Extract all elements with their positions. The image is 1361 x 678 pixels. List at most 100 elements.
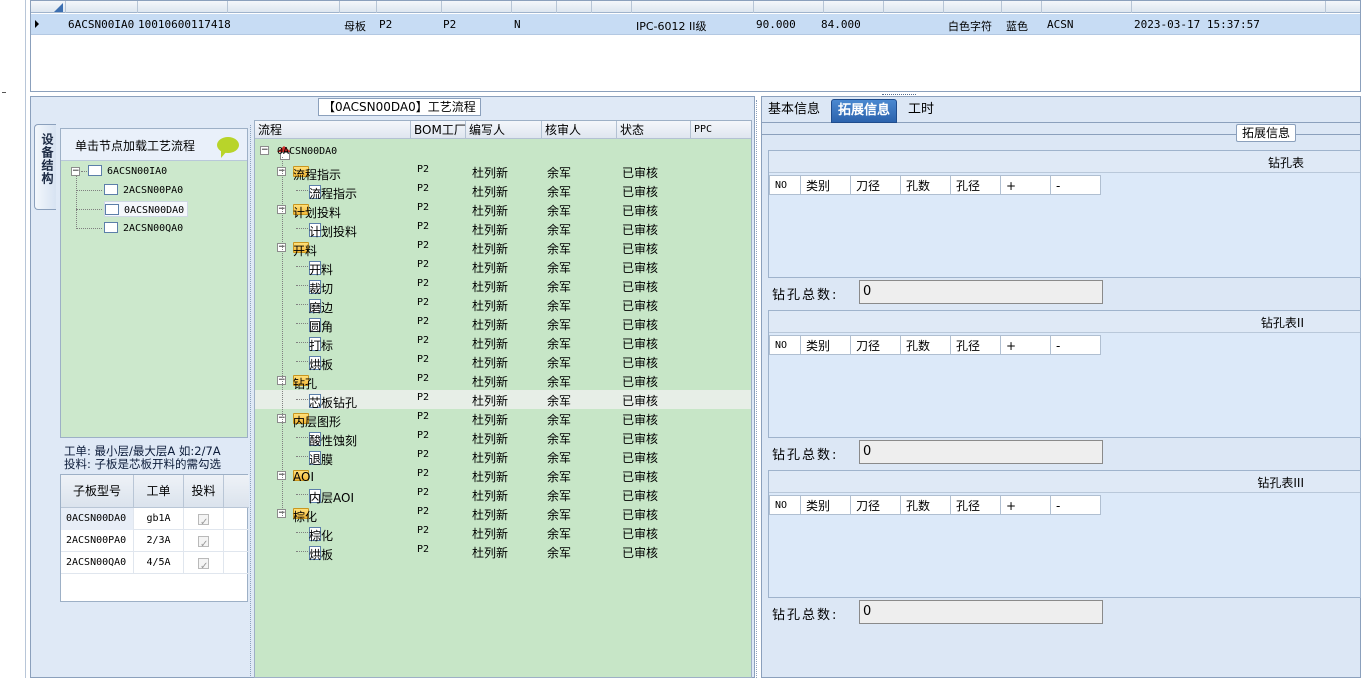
col-header-status[interactable]: 状态 — [617, 121, 691, 139]
col-category[interactable]: 类别 — [801, 495, 851, 515]
cell-order[interactable]: 2/3A — [134, 530, 184, 552]
cell-feed[interactable] — [184, 530, 224, 556]
total-input[interactable]: 0 — [859, 440, 1103, 464]
col-header-reviewer[interactable]: 核审人 — [542, 121, 617, 139]
col-hole-diameter[interactable]: 孔径 — [951, 175, 1001, 195]
process-step-row[interactable]: 计划投料 P2 杜列新 余军 已审核 — [255, 219, 751, 239]
tree-node-child[interactable]: 2ACSN00QA0 — [104, 220, 183, 234]
table-row[interactable]: 2ACSN00QA0 4/5A — [61, 552, 249, 578]
tab-work-hours[interactable]: 工时 — [902, 99, 940, 123]
col-header-ppc[interactable]: PPC — [691, 121, 751, 139]
tab-extended-info[interactable]: 拓展信息 — [831, 99, 898, 123]
col-header-model[interactable]: 子板型号 — [61, 475, 134, 508]
board-icon — [88, 165, 102, 176]
col-hole-count[interactable]: 孔数 — [901, 175, 951, 195]
process-tree-grid[interactable]: 流程 BOM工厂 编写人 核审人 状态 PPC −0ACSN00DA0− 流程指示… — [254, 120, 752, 678]
col-tool-diameter[interactable]: 刀径 — [851, 335, 901, 355]
tab-device-structure[interactable]: 设备结构 — [34, 124, 56, 210]
process-step-row[interactable]: 开料 P2 杜列新 余军 已审核 — [255, 257, 751, 277]
col-hole-diameter[interactable]: 孔径 — [951, 335, 1001, 355]
drill-table-3[interactable]: 钻孔表III NO 类别 刀径 孔数 孔径 + - — [768, 470, 1361, 598]
process-group-row[interactable]: − 计划投料 P2 杜列新 余军 已审核 — [255, 200, 751, 220]
process-step-row[interactable]: 内层AOI P2 杜列新 余军 已审核 — [255, 485, 751, 505]
process-group-row[interactable]: − 棕化 P2 杜列新 余军 已审核 — [255, 504, 751, 524]
col-tool-diameter[interactable]: 刀径 — [851, 495, 901, 515]
feed-checkbox[interactable] — [198, 556, 209, 578]
col-header-order[interactable]: 工单 — [134, 475, 184, 508]
table-row[interactable]: 0ACSN00DA0 gb1A — [61, 508, 249, 534]
col-header-feed[interactable]: 投料 — [184, 475, 224, 508]
remove-row-button[interactable]: - — [1051, 335, 1101, 355]
add-row-button[interactable]: + — [1001, 175, 1051, 195]
process-step-row[interactable]: 棕化 P2 杜列新 余军 已审核 — [255, 523, 751, 543]
col-tool-diameter[interactable]: 刀径 — [851, 175, 901, 195]
col-no[interactable]: NO — [769, 175, 801, 195]
process-step-row[interactable]: 流程指示 P2 杜列新 余军 已审核 — [255, 181, 751, 201]
cell-bom: P2 — [417, 297, 430, 308]
col-no[interactable]: NO — [769, 495, 801, 515]
board-info-grid[interactable]: 6ACSN00IA0 10010600117418 母板 P2 P2 N IPC… — [30, 0, 1361, 92]
tree-node-label: 6ACSN00IA0 — [107, 166, 168, 177]
process-root-row[interactable]: −0ACSN00DA0 — [255, 143, 751, 162]
cell-writer: 杜列新 — [472, 527, 509, 541]
col-hole-count[interactable]: 孔数 — [901, 335, 951, 355]
cell-model: 0ACSN00DA0 — [61, 508, 134, 530]
col-category[interactable]: 类别 — [801, 335, 851, 355]
col-header-process[interactable]: 流程 — [255, 121, 411, 139]
collapse-toggle[interactable]: − — [260, 146, 269, 155]
cell-feed[interactable] — [184, 508, 224, 534]
table-row[interactable]: 6ACSN00IA0 10010600117418 母板 P2 P2 N IPC… — [31, 14, 1360, 35]
process-group-row[interactable]: − AOI P2 杜列新 余军 已审核 — [255, 466, 751, 485]
tab-basic-info[interactable]: 基本信息 — [762, 99, 826, 123]
process-group-row[interactable]: − 流程指示 P2 杜列新 余军 已审核 — [255, 162, 751, 182]
table-row[interactable]: 2ACSN00PA0 2/3A — [61, 530, 249, 556]
drill-table-2[interactable]: 钻孔表II NO 类别 刀径 孔数 孔径 + - — [768, 310, 1361, 438]
process-step-row[interactable]: 酸性蚀刻 P2 杜列新 余军 已审核 — [255, 428, 751, 448]
process-step-row[interactable]: 烘板 P2 杜列新 余军 已审核 — [255, 542, 751, 562]
help-note: 工单: 最小层/最大层A 如:2/7A 投料: 子板是芯板开料的需勾选 — [64, 445, 250, 471]
sub-board-grid[interactable]: 子板型号 工单 投料 0ACSN00DA0 gb1A 2ACSN00PA0 2/… — [60, 474, 249, 602]
total-input[interactable]: 0 — [859, 280, 1103, 304]
process-step-row[interactable]: 退膜 P2 杜列新 余军 已审核 — [255, 447, 751, 467]
cell-writer: 杜列新 — [472, 185, 509, 199]
process-group-row[interactable]: − 开料 P2 杜列新 余军 已审核 — [255, 238, 751, 258]
drill-table-1[interactable]: 钻孔表 NO 类别 刀径 孔数 孔径 + - — [768, 150, 1361, 278]
cell-order[interactable]: gb1A — [134, 508, 184, 530]
window-edge-mark — [2, 92, 6, 93]
cell-feed[interactable] — [184, 552, 224, 578]
col-header-bom[interactable]: BOM工厂 — [411, 121, 466, 139]
col-category[interactable]: 类别 — [801, 175, 851, 195]
remove-row-button[interactable]: - — [1051, 175, 1101, 195]
feed-checkbox[interactable] — [198, 512, 209, 534]
process-step-row[interactable]: 烘板 P2 杜列新 余军 已审核 — [255, 352, 751, 372]
note-line-2: 投料: 子板是芯板开料的需勾选 — [64, 457, 222, 471]
process-group-row[interactable]: − 钻孔 P2 杜列新 余军 已审核 — [255, 371, 751, 391]
tree-node-root[interactable]: 6ACSN00IA0 — [88, 163, 167, 177]
remove-row-button[interactable]: - — [1051, 495, 1101, 515]
process-step-row[interactable]: 磨边 P2 杜列新 余军 已审核 — [255, 295, 751, 315]
process-step-row[interactable]: 芯板钻孔 P2 杜列新 余军 已审核 — [255, 390, 751, 410]
tree-node-child-selected[interactable]: 0ACSN00DA0 — [104, 201, 189, 217]
cell-order[interactable]: 4/5A — [134, 552, 184, 574]
collapse-toggle[interactable]: − — [71, 167, 80, 176]
total-input[interactable]: 0 — [859, 600, 1103, 624]
cell-length: 90.000 — [756, 18, 796, 31]
col-header-writer[interactable]: 编写人 — [466, 121, 542, 139]
tree-node-child[interactable]: 2ACSN00PA0 — [104, 182, 183, 196]
tree-node-label: 2ACSN00PA0 — [123, 185, 184, 196]
col-no[interactable]: NO — [769, 335, 801, 355]
grip-handle[interactable] — [882, 94, 916, 97]
board-icon — [104, 184, 118, 195]
col-hole-count[interactable]: 孔数 — [901, 495, 951, 515]
add-row-button[interactable]: + — [1001, 335, 1051, 355]
process-step-row[interactable]: 裁切 P2 杜列新 余军 已审核 — [255, 276, 751, 296]
cell-bom: P2 — [417, 183, 430, 194]
process-step-row[interactable]: 圆角 P2 杜列新 余军 已审核 — [255, 314, 751, 334]
col-hole-diameter[interactable]: 孔径 — [951, 495, 1001, 515]
feed-checkbox[interactable] — [198, 534, 209, 556]
add-row-button[interactable]: + — [1001, 495, 1051, 515]
process-step-row[interactable]: 打标 P2 杜列新 余军 已审核 — [255, 333, 751, 353]
structure-tree-panel[interactable]: 单击节点加载工艺流程 − 6ACSN00IA0 2ACSN00PA0 0ACSN… — [60, 128, 248, 438]
process-group-row[interactable]: − 内层图形 P2 杜列新 余军 已审核 — [255, 409, 751, 429]
splitter-right[interactable] — [756, 100, 760, 678]
